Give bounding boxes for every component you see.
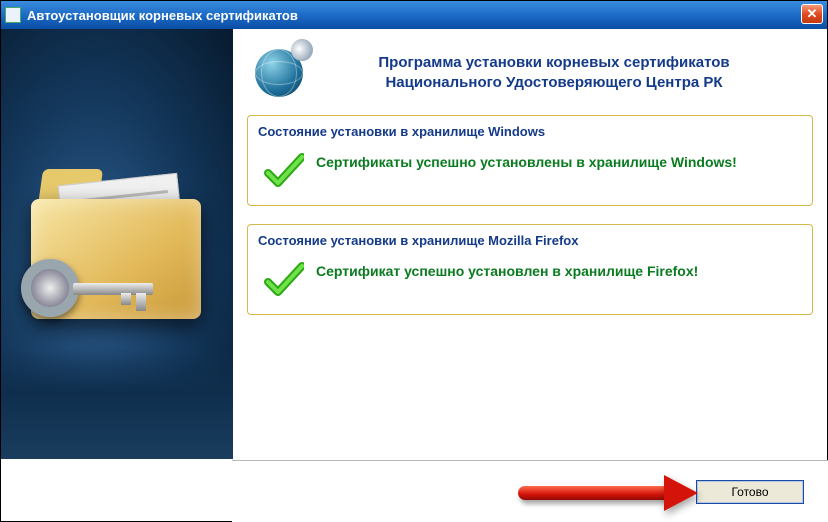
windows-status-text: Сертификаты успешно установлены в хранил… [316, 151, 737, 172]
window-title: Автоустановщик корневых сертификатов [27, 8, 298, 23]
footer: Готово [232, 460, 828, 522]
app-icon [5, 7, 21, 23]
titlebar: Автоустановщик корневых сертификатов ✕ [1, 1, 827, 29]
windows-status-panel: Состояние установки в хранилище Windows … [247, 115, 813, 206]
sidebar-illustration [1, 29, 233, 459]
header-line-2: Национального Удостоверяющего Центра РК [325, 73, 783, 93]
firefox-panel-title: Состояние установки в хранилище Mozilla … [258, 233, 802, 248]
header-title: Программа установки корневых сертификато… [325, 53, 813, 94]
annotation-arrow-icon [518, 475, 698, 509]
done-button[interactable]: Готово [696, 480, 804, 504]
checkmark-icon [264, 260, 304, 300]
firefox-status-text: Сертификат успешно установлен в хранилищ… [316, 260, 698, 281]
checkmark-icon [264, 151, 304, 191]
firefox-status-panel: Состояние установки в хранилище Mozilla … [247, 224, 813, 315]
header: Программа установки корневых сертификато… [247, 41, 813, 105]
header-line-1: Программа установки корневых сертификато… [325, 53, 783, 73]
main-panel: Программа установки корневых сертификато… [233, 29, 827, 459]
windows-panel-title: Состояние установки в хранилище Windows [258, 124, 802, 139]
globe-icon [247, 41, 311, 105]
content-area: Программа установки корневых сертификато… [1, 29, 827, 459]
close-button[interactable]: ✕ [801, 4, 823, 24]
